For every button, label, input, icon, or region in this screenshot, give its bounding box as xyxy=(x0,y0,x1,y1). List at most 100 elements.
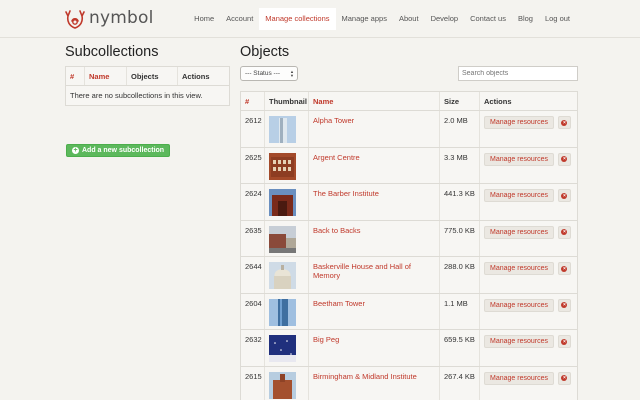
object-thumbnail-cell xyxy=(265,220,309,256)
remove-icon: × xyxy=(561,192,568,199)
object-thumbnail-cell xyxy=(265,111,309,147)
table-row: 2615 Birmingham & Midland Institute 267.4 … xyxy=(241,366,577,400)
column-header-size: Size xyxy=(440,92,480,110)
remove-icon: × xyxy=(561,119,568,126)
column-header-number[interactable]: # xyxy=(241,92,265,110)
delete-object-button[interactable]: × xyxy=(557,225,571,239)
manage-resources-button[interactable]: Manage resources xyxy=(484,335,554,348)
top-navigation-bar: nymbol Home Account Manage collections M… xyxy=(0,0,640,38)
object-size: 1.1 MB xyxy=(440,293,480,329)
object-name-link[interactable]: Baskerville House and Hall of Memory xyxy=(313,262,411,280)
object-thumbnail[interactable] xyxy=(269,189,296,216)
object-size: 2.0 MB xyxy=(440,111,480,147)
delete-object-button[interactable]: × xyxy=(557,116,571,129)
objects-title: Objects xyxy=(240,44,290,60)
nav-log-out[interactable]: Log out xyxy=(539,8,576,30)
column-header-number[interactable]: # xyxy=(66,67,85,85)
object-thumbnail[interactable] xyxy=(269,116,296,143)
object-thumbnail-cell xyxy=(265,257,309,293)
object-id: 2615 xyxy=(241,366,265,400)
manage-resources-button[interactable]: Manage resources xyxy=(484,371,554,385)
object-name-link[interactable]: Alpha Tower xyxy=(313,116,354,125)
add-subcollection-label: Add a new subcollection xyxy=(82,147,165,154)
antler-logo-icon xyxy=(65,10,85,29)
objects-toolbar: --- Status --- ▲ ▼ xyxy=(240,66,578,84)
select-arrows-icon: ▲ ▼ xyxy=(290,68,294,78)
subcollections-title: Subcollections xyxy=(65,44,159,60)
nav-home[interactable]: Home xyxy=(188,8,220,30)
object-thumbnail[interactable] xyxy=(269,225,296,253)
column-header-name[interactable]: Name xyxy=(309,92,440,110)
table-row: 2635 Back to Backs 775.0 KB Manage resource… xyxy=(241,220,577,257)
object-thumbnail[interactable] xyxy=(269,262,296,289)
table-row: 2632 Big Peg 659.5 KB Manage resources × xyxy=(241,330,577,367)
object-thumbnail[interactable] xyxy=(269,335,296,362)
delete-object-button[interactable]: × xyxy=(557,335,571,348)
column-header-thumbnail: Thumbnail xyxy=(265,92,309,110)
subcollections-empty-message: There are no subcollections in this view… xyxy=(70,91,203,100)
object-id: 2604 xyxy=(241,293,265,329)
remove-icon: × xyxy=(561,338,568,345)
nav-develop[interactable]: Develop xyxy=(425,8,465,30)
add-subcollection-button[interactable]: + Add a new subcollection xyxy=(66,144,171,157)
object-name-link[interactable]: Back to Backs xyxy=(313,226,361,235)
manage-resources-button[interactable]: Manage resources xyxy=(484,189,554,202)
object-id: 2635 xyxy=(241,220,265,256)
object-size: 288.0 KB xyxy=(440,257,480,293)
object-thumbnail[interactable] xyxy=(269,298,296,326)
object-name-link[interactable]: Beetham Tower xyxy=(313,299,365,308)
plus-icon: + xyxy=(72,147,79,154)
nav-manage-apps[interactable]: Manage apps xyxy=(336,8,393,30)
column-header-actions: Actions xyxy=(182,71,210,81)
brand-name: nymbol xyxy=(89,8,154,28)
objects-table-body: 2612 Alpha Tower 2.0 MB Manage resources × 26… xyxy=(241,111,577,400)
object-thumbnail-cell xyxy=(265,330,309,366)
table-row: 2624 The Barber Institute 441.3 KB Manage r… xyxy=(241,184,577,221)
delete-object-button[interactable]: × xyxy=(557,189,571,202)
manage-resources-button[interactable]: Manage resources xyxy=(484,152,554,166)
object-size: 267.4 KB xyxy=(440,366,480,400)
delete-object-button[interactable]: × xyxy=(557,262,571,275)
remove-icon: × xyxy=(561,229,568,235)
objects-panel: Objects --- Status --- ▲▼ # Thumbnail Na… xyxy=(240,44,578,400)
nav-account[interactable]: Account xyxy=(220,8,259,30)
object-size: 441.3 KB xyxy=(440,184,480,220)
nav-about[interactable]: About xyxy=(393,8,425,30)
object-size: 659.5 KB xyxy=(440,330,480,366)
table-row: 2612 Alpha Tower 2.0 MB Manage resources × xyxy=(241,111,577,148)
objects-table: # Thumbnail Name Size Actions 2612 Alpha … xyxy=(240,91,578,400)
table-row: 2625 Argent Centre 3.3 MB Manage resources × xyxy=(241,147,577,184)
subcollections-header-row: # Name Objects Actions xyxy=(66,67,229,86)
brand-logo[interactable]: nymbol xyxy=(65,7,154,29)
remove-icon: × xyxy=(561,156,568,162)
table-row: 2604 Beetham Tower 1.1 MB Manage resources × xyxy=(241,293,577,330)
manage-resources-button[interactable]: Manage resources xyxy=(484,225,554,239)
nav-blog[interactable]: Blog xyxy=(512,8,539,30)
remove-icon: × xyxy=(561,302,568,308)
nav-manage-collections[interactable]: Manage collections xyxy=(259,8,336,30)
object-thumbnail[interactable] xyxy=(269,152,296,180)
column-header-actions: Actions xyxy=(484,96,512,106)
object-name-link[interactable]: Argent Centre xyxy=(313,153,360,162)
object-name-link[interactable]: The Barber Institute xyxy=(313,189,379,198)
column-header-name[interactable]: Name xyxy=(85,67,127,85)
delete-object-button[interactable]: × xyxy=(557,152,571,166)
nav-contact-us[interactable]: Contact us xyxy=(464,8,512,30)
object-name-link[interactable]: Big Peg xyxy=(313,335,339,344)
object-size: 3.3 MB xyxy=(440,147,480,183)
search-objects-input[interactable] xyxy=(458,66,578,81)
delete-object-button[interactable]: × xyxy=(557,371,571,385)
manage-resources-button[interactable]: Manage resources xyxy=(484,116,554,129)
manage-resources-button[interactable]: Manage resources xyxy=(484,262,554,275)
object-name-link[interactable]: Birmingham & Midland Institute xyxy=(313,372,417,381)
object-id: 2644 xyxy=(241,257,265,293)
subcollections-panel: Subcollections # Name Objects Actions Th… xyxy=(65,44,230,106)
status-filter-select[interactable]: --- Status --- ▲ ▼ xyxy=(240,66,298,81)
remove-icon: × xyxy=(561,375,568,381)
object-id: 2612 xyxy=(241,111,265,147)
object-thumbnail[interactable] xyxy=(269,371,296,399)
manage-resources-button[interactable]: Manage resources xyxy=(484,298,554,312)
object-id: 2625 xyxy=(241,147,265,183)
object-id: 2632 xyxy=(241,330,265,366)
delete-object-button[interactable]: × xyxy=(557,298,571,312)
